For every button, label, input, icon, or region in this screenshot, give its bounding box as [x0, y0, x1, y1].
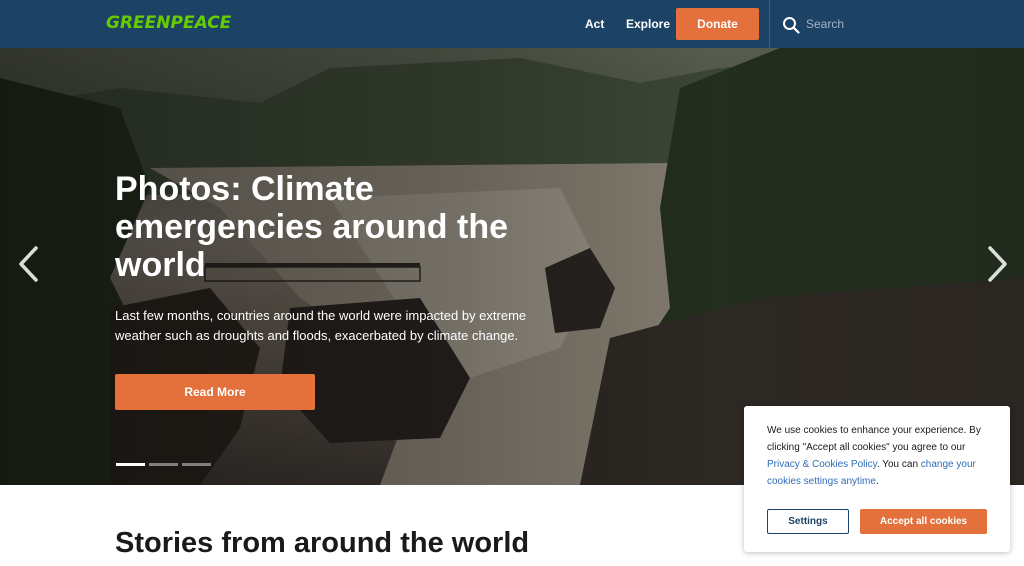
- carousel-dot-1[interactable]: [116, 463, 145, 466]
- carousel-dot-3[interactable]: [182, 463, 211, 466]
- cookie-text-part: . You can: [876, 459, 921, 470]
- chevron-left-icon[interactable]: [16, 244, 40, 284]
- chevron-right-icon[interactable]: [986, 244, 1010, 284]
- read-more-button[interactable]: Read More: [115, 374, 315, 410]
- header-divider: [769, 0, 770, 48]
- section-title: Stories from around the world: [115, 527, 530, 559]
- nav-act-link[interactable]: Act: [585, 17, 604, 31]
- cookie-text-part: We use cookies to enhance your experienc…: [767, 425, 981, 453]
- hero-description: Last few months, countries around the wo…: [115, 308, 527, 343]
- privacy-policy-link[interactable]: Privacy & Cookies Policy: [767, 459, 877, 470]
- carousel-indicators: [116, 463, 211, 466]
- search-icon[interactable]: [782, 16, 800, 34]
- accept-cookies-button[interactable]: Accept all cookies: [860, 509, 987, 534]
- donate-button[interactable]: Donate: [676, 8, 759, 40]
- search-input[interactable]: [806, 14, 1006, 34]
- carousel-dot-2[interactable]: [149, 463, 178, 466]
- cookie-banner: We use cookies to enhance your experienc…: [744, 406, 1010, 552]
- cookie-text: We use cookies to enhance your experienc…: [767, 422, 987, 490]
- hero-title: Photos: Climate emergencies around the w…: [115, 170, 509, 284]
- cookie-settings-button[interactable]: Settings: [767, 509, 849, 534]
- site-header: GREENPEACE Act Explore Donate: [0, 0, 1024, 48]
- cookie-text-part: .: [875, 476, 879, 487]
- greenpeace-logo[interactable]: GREENPEACE: [106, 13, 231, 33]
- nav-explore-link[interactable]: Explore: [626, 17, 670, 31]
